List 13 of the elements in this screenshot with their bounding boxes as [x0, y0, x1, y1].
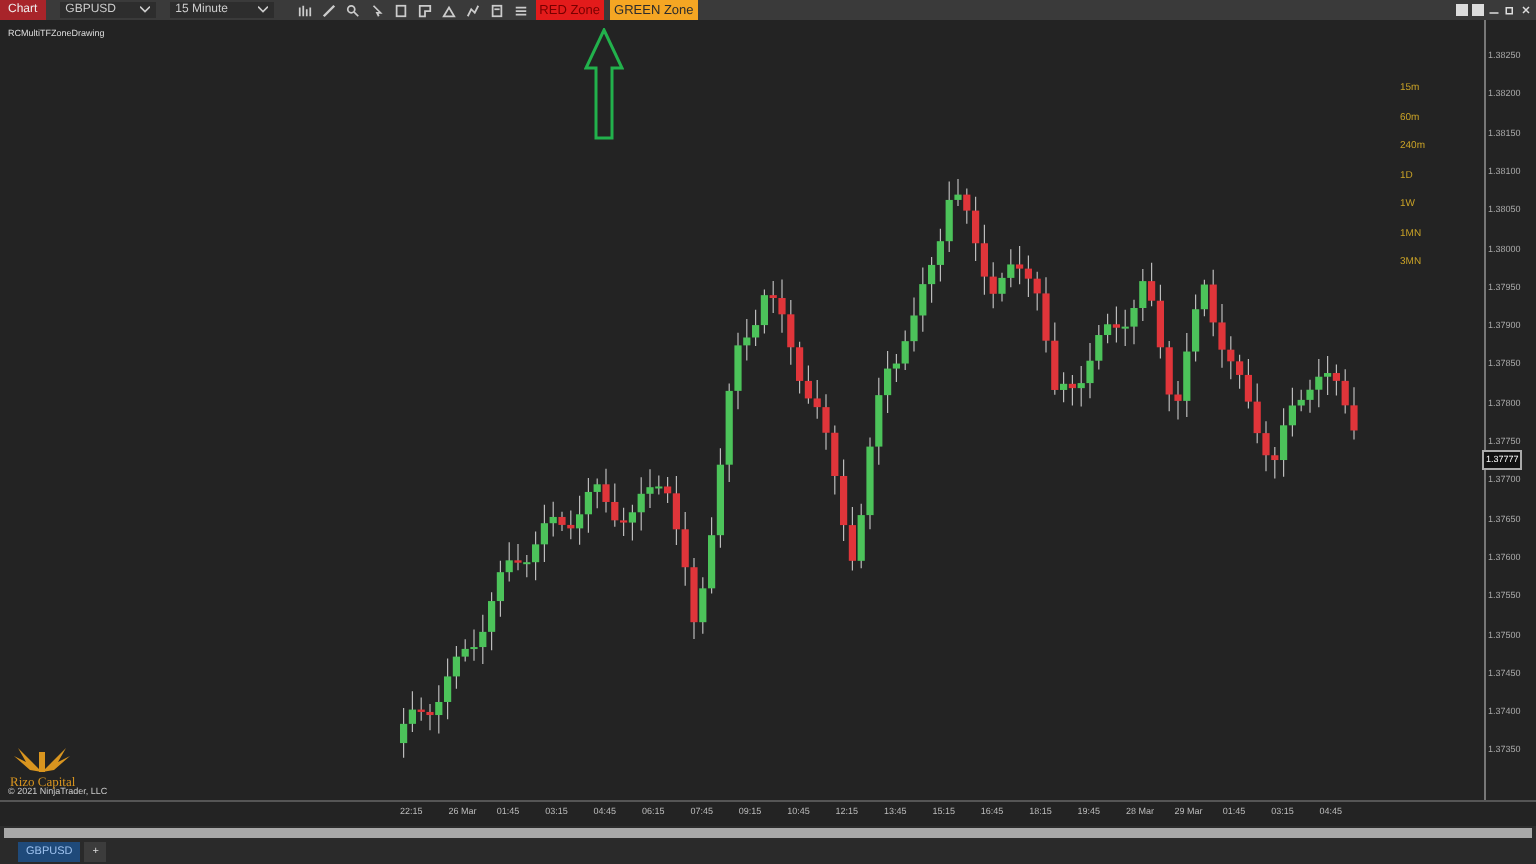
- close-icon[interactable]: [1520, 4, 1532, 16]
- list-icon[interactable]: [513, 3, 528, 17]
- wings-logo-icon: [12, 744, 73, 776]
- restore-icon[interactable]: [1504, 4, 1516, 16]
- zoom-icon[interactable]: [345, 3, 360, 17]
- scrollbar-thumb[interactable]: [4, 828, 1532, 838]
- up-arrow-icon: [584, 28, 624, 140]
- pencil-icon[interactable]: [321, 3, 336, 17]
- caret-icon[interactable]: [139, 6, 150, 14]
- calculator-icon[interactable]: [489, 3, 504, 17]
- caret-icon[interactable]: [257, 6, 268, 14]
- line-icon[interactable]: [465, 3, 480, 17]
- bar-chart-icon[interactable]: [297, 3, 312, 17]
